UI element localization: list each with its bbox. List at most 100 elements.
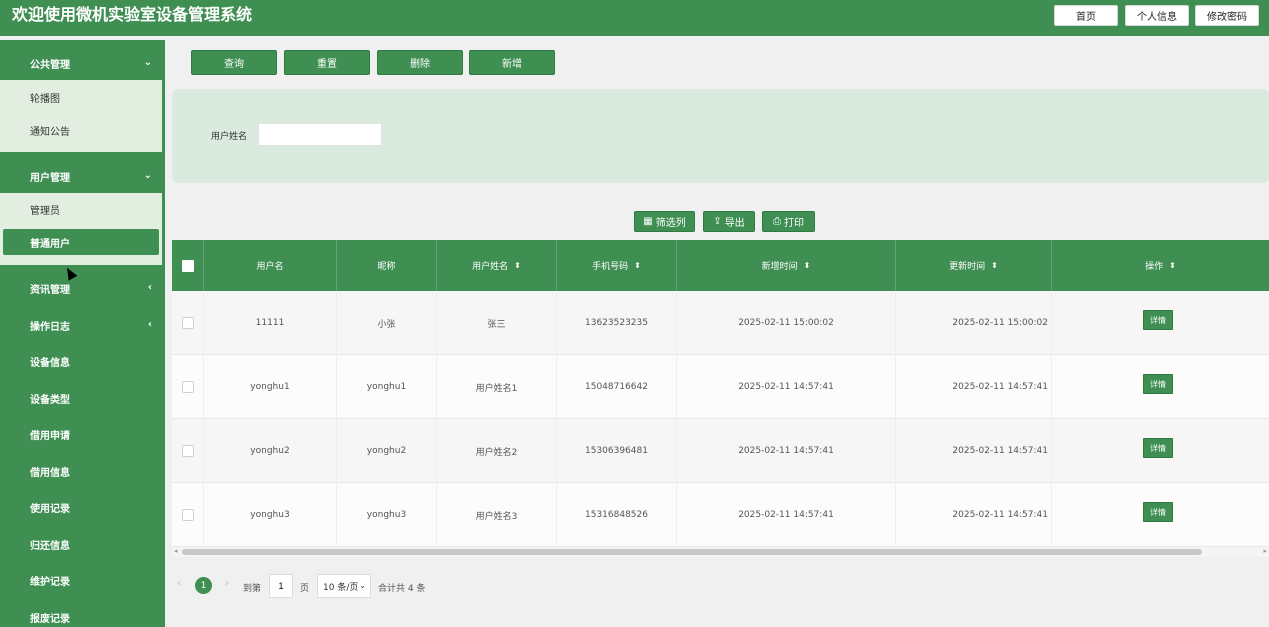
filter-columns-button[interactable]: ▦ 筛选列 bbox=[634, 211, 695, 232]
sidebar-item-borrow-info[interactable]: 借用信息 bbox=[0, 455, 162, 488]
top-header: 欢迎使用微机实验室设备管理系统 首页 个人信息 修改密码 bbox=[0, 0, 1269, 36]
cell-created: 2025-02-11 14:57:41 bbox=[677, 419, 896, 483]
sidebar-group-public[interactable]: 公共管理 ⌄ bbox=[0, 47, 162, 80]
cell-updated: 2025-02-11 15:00:02 bbox=[896, 291, 1052, 355]
sidebar-group-logs[interactable]: 操作日志 ‹ bbox=[0, 309, 162, 342]
app-title: 欢迎使用微机实验室设备管理系统 bbox=[12, 5, 253, 24]
sort-icon[interactable]: ⬍ bbox=[634, 261, 641, 270]
cell-phone: 15316848526 bbox=[557, 483, 677, 547]
sidebar-item-scrap[interactable]: 报废记录 bbox=[0, 601, 162, 627]
scroll-left-icon[interactable]: ◂ bbox=[174, 547, 178, 555]
cell-name: 用户姓名1 bbox=[437, 355, 557, 419]
sidebar: 公共管理 ⌄ 轮播图 通知公告 用户管理 ⌄ 管理员 普通用户 资讯管理 ‹ 操… bbox=[0, 40, 165, 627]
home-button[interactable]: 首页 bbox=[1054, 5, 1118, 26]
cell-phone: 15306396481 bbox=[557, 419, 677, 483]
column-header-updated[interactable]: 更新时间 ⬍ bbox=[896, 240, 1052, 291]
sidebar-group-label: 资讯管理 bbox=[30, 285, 70, 296]
column-header-label: 新增时间 bbox=[761, 262, 798, 272]
columns-icon: ▦ bbox=[643, 216, 653, 227]
cell-created: 2025-02-11 14:57:41 bbox=[677, 355, 896, 419]
name-search-input[interactable] bbox=[258, 123, 382, 146]
column-header-actions[interactable]: 操作 ⬍ bbox=[1052, 240, 1269, 291]
user-table: 用户名 昵称 用户姓名 ⬍ 手机号码 ⬍ 新增时间 ⬍ 更新时间 ⬍ 操作 ⬍ … bbox=[172, 240, 1269, 547]
reset-button[interactable]: 重置 bbox=[284, 50, 370, 75]
select-all-checkbox[interactable] bbox=[181, 259, 194, 272]
cell-actions: 详情 bbox=[1052, 291, 1269, 355]
cell-phone: 15048716642 bbox=[557, 355, 677, 419]
column-header-label: 用户名 bbox=[256, 262, 284, 272]
column-header-created[interactable]: 新增时间 ⬍ bbox=[677, 240, 896, 291]
detail-button[interactable]: 详情 bbox=[1143, 502, 1173, 522]
print-button[interactable]: ⎙ 打印 bbox=[762, 211, 815, 232]
page-number-current[interactable]: 1 bbox=[195, 577, 212, 594]
query-button[interactable]: 查询 bbox=[191, 50, 277, 75]
cell-name: 张三 bbox=[437, 291, 557, 355]
horizontal-scrollbar[interactable]: ◂ ▸ bbox=[172, 547, 1269, 557]
column-header-name[interactable]: 用户姓名 ⬍ bbox=[437, 240, 557, 291]
cell-actions: 详情 bbox=[1052, 483, 1269, 547]
row-checkbox[interactable] bbox=[181, 509, 194, 521]
export-label: 导出 bbox=[724, 218, 745, 229]
sidebar-item-admin[interactable]: 管理员 bbox=[0, 196, 162, 222]
sidebar-group-users[interactable]: 用户管理 ⌄ bbox=[0, 160, 162, 193]
page-label: 页 bbox=[300, 584, 310, 594]
row-checkbox[interactable] bbox=[181, 381, 194, 393]
cell-name: 用户姓名2 bbox=[437, 419, 557, 483]
cell-nickname: yonghu2 bbox=[337, 419, 437, 483]
cell-username: yonghu3 bbox=[204, 483, 337, 547]
change-password-button[interactable]: 修改密码 bbox=[1195, 5, 1259, 26]
sidebar-item-borrow-apply[interactable]: 借用申请 bbox=[0, 418, 162, 451]
print-label: 打印 bbox=[784, 218, 804, 229]
chevron-down-icon: ⌄ bbox=[143, 170, 152, 181]
chevron-down-icon: ⌄ bbox=[143, 57, 152, 68]
next-page-icon[interactable]: › bbox=[225, 578, 229, 589]
sort-icon[interactable]: ⬍ bbox=[991, 261, 998, 270]
sidebar-item-regular-user[interactable]: 普通用户 bbox=[3, 229, 159, 255]
chevron-left-icon: ‹ bbox=[147, 282, 152, 293]
page-size-select[interactable]: 10 条/页 ⌄ bbox=[317, 574, 371, 598]
sidebar-item-usage-record[interactable]: 使用记录 bbox=[0, 491, 162, 524]
cell-username: yonghu2 bbox=[204, 419, 337, 483]
sidebar-item-notice[interactable]: 通知公告 bbox=[0, 117, 162, 143]
cell-updated: 2025-02-11 14:57:41 bbox=[896, 355, 1052, 419]
sidebar-item-carousel[interactable]: 轮播图 bbox=[0, 84, 162, 110]
column-header-phone[interactable]: 手机号码 ⬍ bbox=[557, 240, 677, 291]
row-checkbox[interactable] bbox=[181, 317, 194, 329]
sort-icon[interactable]: ⬍ bbox=[514, 261, 521, 270]
sort-icon[interactable]: ⬍ bbox=[1169, 261, 1176, 270]
detail-button[interactable]: 详情 bbox=[1143, 438, 1173, 458]
add-button[interactable]: 新增 bbox=[469, 50, 555, 75]
sort-icon[interactable]: ⬍ bbox=[804, 261, 811, 270]
goto-page-input[interactable] bbox=[269, 574, 293, 598]
sidebar-item-return-info[interactable]: 归还信息 bbox=[0, 528, 162, 561]
prev-page-icon[interactable]: ‹ bbox=[177, 578, 181, 589]
sidebar-item-device-type[interactable]: 设备类型 bbox=[0, 382, 162, 415]
cell-phone: 13623523235 bbox=[557, 291, 677, 355]
column-header-label: 操作 bbox=[1145, 262, 1164, 272]
delete-button[interactable]: 删除 bbox=[377, 50, 463, 75]
row-select-cell bbox=[172, 419, 204, 483]
cell-nickname: 小张 bbox=[337, 291, 437, 355]
column-header-nickname[interactable]: 昵称 bbox=[337, 240, 437, 291]
export-button[interactable]: ⇪ 导出 bbox=[703, 211, 755, 232]
scrollbar-thumb[interactable] bbox=[182, 549, 1202, 555]
row-checkbox[interactable] bbox=[181, 445, 194, 457]
scroll-right-icon[interactable]: ▸ bbox=[1263, 547, 1267, 555]
cell-actions: 详情 bbox=[1052, 419, 1269, 483]
sidebar-group-label: 用户管理 bbox=[30, 173, 70, 184]
detail-button[interactable]: 详情 bbox=[1143, 310, 1173, 330]
table-row: 11111 小张 张三 13623523235 2025-02-11 15:00… bbox=[172, 291, 1269, 355]
detail-button[interactable]: 详情 bbox=[1143, 374, 1173, 394]
table-row: yonghu3 yonghu3 用户姓名3 15316848526 2025-0… bbox=[172, 483, 1269, 547]
column-header-label: 更新时间 bbox=[949, 262, 986, 272]
sidebar-group-news[interactable]: 资讯管理 ‹ bbox=[0, 272, 162, 305]
sidebar-item-maintenance[interactable]: 维护记录 bbox=[0, 564, 162, 597]
cell-username: 11111 bbox=[204, 291, 337, 355]
sidebar-item-device-info[interactable]: 设备信息 bbox=[0, 345, 162, 378]
cell-nickname: yonghu3 bbox=[337, 483, 437, 547]
export-icon: ⇪ bbox=[713, 216, 722, 227]
column-header-username[interactable]: 用户名 bbox=[204, 240, 337, 291]
profile-button[interactable]: 个人信息 bbox=[1125, 5, 1189, 26]
public-submenu: 轮播图 通知公告 bbox=[0, 80, 162, 152]
chevron-left-icon: ‹ bbox=[147, 319, 152, 330]
